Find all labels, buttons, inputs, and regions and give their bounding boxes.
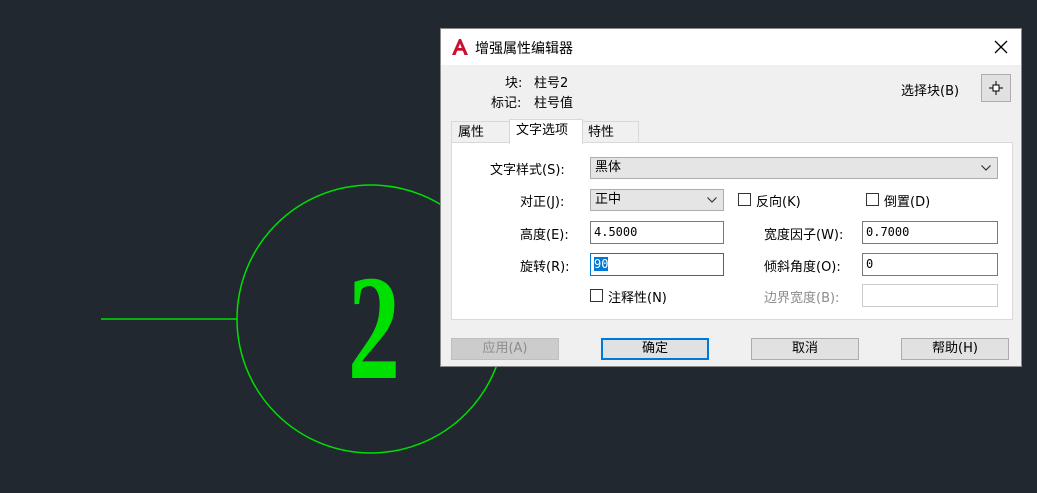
text-style-value: 黑体 — [595, 160, 622, 175]
chevron-down-icon — [981, 165, 991, 171]
width-factor-label: 宽度因子(W): — [764, 228, 844, 243]
annotative-label: 注释性(N) — [608, 291, 667, 306]
block-value: 柱号2 — [534, 76, 569, 91]
rotation-value-selected: 90 — [594, 257, 609, 271]
width-factor-input[interactable]: 0.7000 — [862, 221, 998, 244]
apply-button[interactable]: 应用(A) — [451, 338, 559, 360]
dialog-title: 增强属性编辑器 — [475, 41, 573, 57]
block-label: 块: — [505, 76, 523, 91]
chevron-down-icon — [707, 197, 717, 203]
select-block-button[interactable] — [981, 74, 1011, 102]
text-style-select[interactable]: 黑体 — [590, 157, 998, 179]
height-input[interactable]: 4.5000 — [590, 221, 724, 244]
title-bar[interactable]: 增强属性编辑器 — [441, 29, 1021, 65]
help-button[interactable]: 帮助(H) — [901, 338, 1009, 360]
tab-text-options[interactable]: 文字选项 — [509, 119, 583, 144]
autocad-logo-icon — [451, 38, 469, 56]
height-label: 高度(E): — [520, 228, 569, 243]
rotation-input[interactable]: 90 — [590, 253, 724, 276]
oblique-angle-input[interactable]: 0 — [862, 253, 998, 276]
enhanced-attribute-editor-dialog: 增强属性编辑器 块: 柱号2 标记: 柱号值 选择块(B) 属性 文字选项 特性… — [440, 28, 1022, 367]
cancel-button[interactable]: 取消 — [751, 338, 859, 360]
text-style-label: 文字样式(S): — [490, 163, 565, 178]
backwards-checkbox[interactable] — [738, 193, 751, 206]
column-number-text: 2 — [348, 246, 400, 412]
justify-value: 正中 — [595, 192, 622, 207]
backwards-label: 反向(K) — [756, 195, 801, 210]
upside-down-checkbox[interactable] — [866, 193, 879, 206]
ok-button[interactable]: 确定 — [601, 338, 709, 360]
close-icon — [994, 40, 1008, 54]
close-button[interactable] — [989, 35, 1013, 59]
crosshair-pick-icon — [989, 81, 1003, 95]
tag-value: 柱号值 — [534, 96, 574, 111]
tab-properties[interactable]: 特性 — [581, 121, 639, 143]
rotation-label: 旋转(R): — [520, 260, 570, 275]
annotative-checkbox[interactable] — [590, 289, 603, 302]
justify-label: 对正(J): — [520, 195, 565, 210]
boundary-width-input — [862, 284, 998, 307]
oblique-angle-label: 倾斜角度(O): — [764, 260, 841, 275]
boundary-width-label: 边界宽度(B): — [764, 291, 840, 306]
upside-down-label: 倒置(D) — [884, 195, 931, 210]
tab-attribute[interactable]: 属性 — [451, 121, 511, 143]
text-options-panel: 文字样式(S): 黑体 对正(J): 正中 反向(K) 倒置(D) 高度(E):… — [451, 142, 1013, 320]
justify-select[interactable]: 正中 — [590, 189, 724, 211]
select-block-label: 选择块(B) — [901, 84, 960, 99]
tag-label: 标记: — [491, 96, 522, 111]
